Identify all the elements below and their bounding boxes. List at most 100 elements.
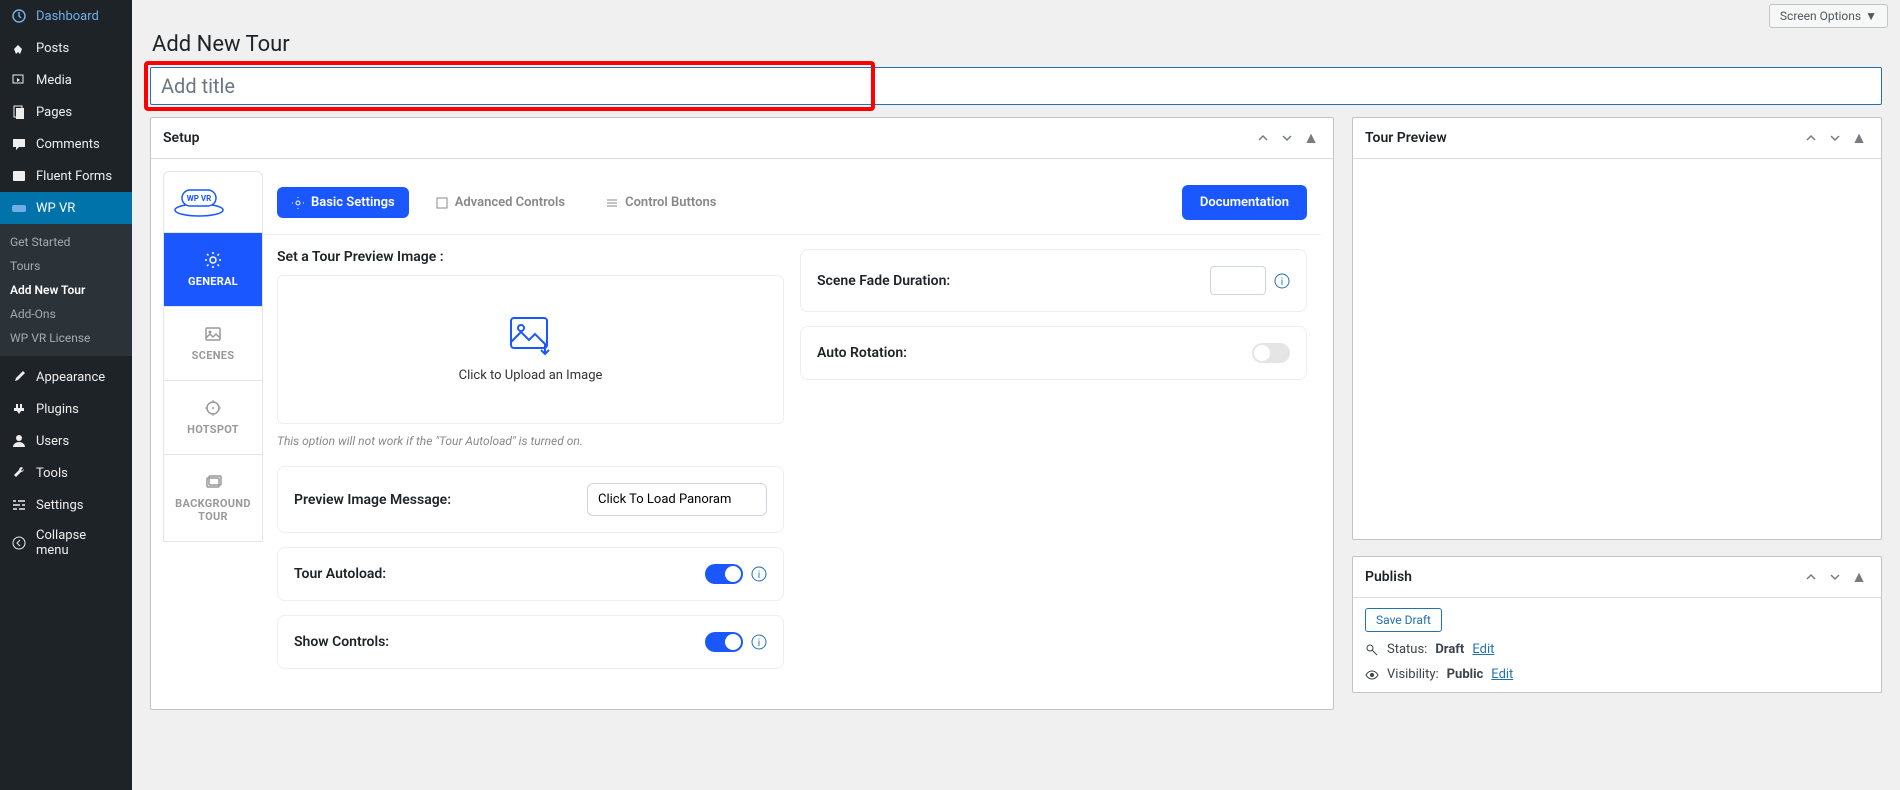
documentation-button[interactable]: Documentation: [1182, 185, 1307, 220]
status-value: Draft: [1435, 642, 1464, 657]
svg-text:WP VR: WP VR: [187, 194, 212, 203]
chevron-up-icon[interactable]: [1801, 128, 1821, 148]
vtab-label: GENERAL: [188, 275, 238, 288]
menu-wpvr[interactable]: WP VR: [0, 192, 132, 224]
menu-appearance[interactable]: Appearance: [0, 361, 132, 393]
menu-dashboard[interactable]: Dashboard: [0, 0, 132, 32]
menu-label: Comments: [36, 137, 100, 152]
menu-label: Users: [36, 434, 69, 449]
content-area: Screen Options ▼ Add New Tour Setup ▲: [132, 0, 1900, 790]
menu-label: Pages: [36, 105, 72, 120]
title-input[interactable]: [150, 67, 1882, 105]
collapse-icon: [10, 534, 28, 552]
chevron-up-icon[interactable]: [1253, 128, 1273, 148]
key-icon: [1365, 643, 1379, 657]
image-icon: [204, 325, 222, 343]
edit-status-link[interactable]: Edit: [1472, 642, 1494, 657]
tour-preview-body: [1353, 159, 1881, 539]
screen-options-button[interactable]: Screen Options ▼: [1769, 4, 1888, 28]
tab-control-buttons[interactable]: Control Buttons: [591, 187, 730, 218]
tab-label: Control Buttons: [625, 195, 716, 210]
scene-fade-input[interactable]: [1210, 266, 1266, 295]
menu-label: Dashboard: [36, 9, 99, 24]
submenu-license[interactable]: WP VR License: [0, 326, 132, 350]
setup-postbox: Setup ▲ WP VR: [150, 117, 1334, 710]
menu-users[interactable]: Users: [0, 425, 132, 457]
caret-up-icon[interactable]: ▲: [1849, 567, 1869, 587]
menu-tools[interactable]: Tools: [0, 457, 132, 489]
menu-media[interactable]: Media: [0, 64, 132, 96]
vtab-background-tour[interactable]: BACKGROUND TOUR: [163, 455, 263, 542]
submenu-addons[interactable]: Add-Ons: [0, 302, 132, 326]
menu-settings[interactable]: Settings: [0, 489, 132, 521]
media-icon: [10, 71, 28, 89]
chevron-up-icon[interactable]: [1801, 567, 1821, 587]
menu-pages[interactable]: Pages: [0, 96, 132, 128]
plug-icon: [10, 400, 28, 418]
chevron-down-icon[interactable]: [1825, 567, 1845, 587]
tour-preview-title: Tour Preview: [1365, 130, 1447, 146]
info-icon[interactable]: i: [751, 634, 767, 650]
caret-up-icon[interactable]: ▲: [1301, 128, 1321, 148]
gear-icon: [204, 251, 222, 269]
target-icon: [204, 399, 222, 417]
menu-label: Media: [36, 73, 72, 88]
visibility-value: Public: [1447, 667, 1484, 682]
preview-message-input[interactable]: [587, 483, 767, 516]
svg-text:i: i: [758, 638, 760, 649]
menu-label: Settings: [36, 498, 83, 513]
scene-fade-label: Scene Fade Duration:: [817, 273, 950, 289]
menu-collapse[interactable]: Collapse menu: [0, 521, 132, 565]
menu-label: Tools: [36, 466, 68, 481]
user-icon: [10, 432, 28, 450]
tab-basic-settings[interactable]: Basic Settings: [277, 187, 409, 218]
menu-plugins[interactable]: Plugins: [0, 393, 132, 425]
chevron-down-icon[interactable]: [1825, 128, 1845, 148]
caret-up-icon[interactable]: ▲: [1849, 128, 1869, 148]
dashboard-icon: [10, 7, 28, 25]
save-draft-button[interactable]: Save Draft: [1365, 608, 1442, 632]
vtab-hotspot[interactable]: HOTSPOT: [163, 381, 263, 455]
auto-rotation-toggle[interactable]: [1252, 343, 1290, 363]
menu-label: Appearance: [36, 370, 105, 385]
visibility-label: Visibility:: [1387, 667, 1439, 682]
menu-label: Posts: [36, 41, 69, 56]
publish-postbox: Publish ▲ Save Draft Status: Draft: [1352, 556, 1882, 693]
wpvr-brand-logo: WP VR: [163, 171, 263, 233]
tab-label: Basic Settings: [311, 195, 395, 210]
tour-autoload-toggle[interactable]: [705, 564, 743, 584]
menu-posts[interactable]: Posts: [0, 32, 132, 64]
pin-icon: [10, 39, 28, 57]
info-icon[interactable]: i: [751, 566, 767, 582]
edit-visibility-link[interactable]: Edit: [1491, 667, 1513, 682]
info-icon[interactable]: i: [1274, 273, 1290, 289]
sliders-icon: [435, 196, 449, 210]
layers-icon: [204, 473, 222, 491]
gear-icon: [291, 196, 305, 210]
submenu-wpvr: Get Started Tours Add New Tour Add-Ons W…: [0, 224, 132, 356]
comments-icon: [10, 135, 28, 153]
vtab-general[interactable]: GENERAL: [163, 233, 263, 307]
menu-label: Plugins: [36, 402, 79, 417]
tab-advanced-controls[interactable]: Advanced Controls: [421, 187, 579, 218]
vtab-label: SCENES: [192, 349, 235, 362]
vtab-label: BACKGROUND TOUR: [175, 497, 251, 523]
chevron-down-icon: ▼: [1865, 9, 1877, 23]
controls-icon: [605, 196, 619, 210]
menu-label: Collapse menu: [36, 528, 122, 558]
show-controls-toggle[interactable]: [705, 632, 743, 652]
menu-fluent-forms[interactable]: Fluent Forms: [0, 160, 132, 192]
upload-preview-image[interactable]: Click to Upload an Image: [277, 275, 784, 424]
submenu-tours[interactable]: Tours: [0, 254, 132, 278]
helper-text: This option will not work if the "Tour A…: [277, 434, 784, 448]
chevron-down-icon[interactable]: [1277, 128, 1297, 148]
show-controls-label: Show Controls:: [294, 634, 389, 650]
submenu-get-started[interactable]: Get Started: [0, 230, 132, 254]
svg-text:i: i: [1281, 277, 1283, 288]
setup-title: Setup: [163, 130, 199, 146]
screen-options-label: Screen Options: [1780, 9, 1861, 23]
vtab-scenes[interactable]: SCENES: [163, 307, 263, 381]
menu-comments[interactable]: Comments: [0, 128, 132, 160]
tour-autoload-label: Tour Autoload:: [294, 566, 386, 582]
submenu-add-new-tour[interactable]: Add New Tour: [0, 278, 132, 302]
